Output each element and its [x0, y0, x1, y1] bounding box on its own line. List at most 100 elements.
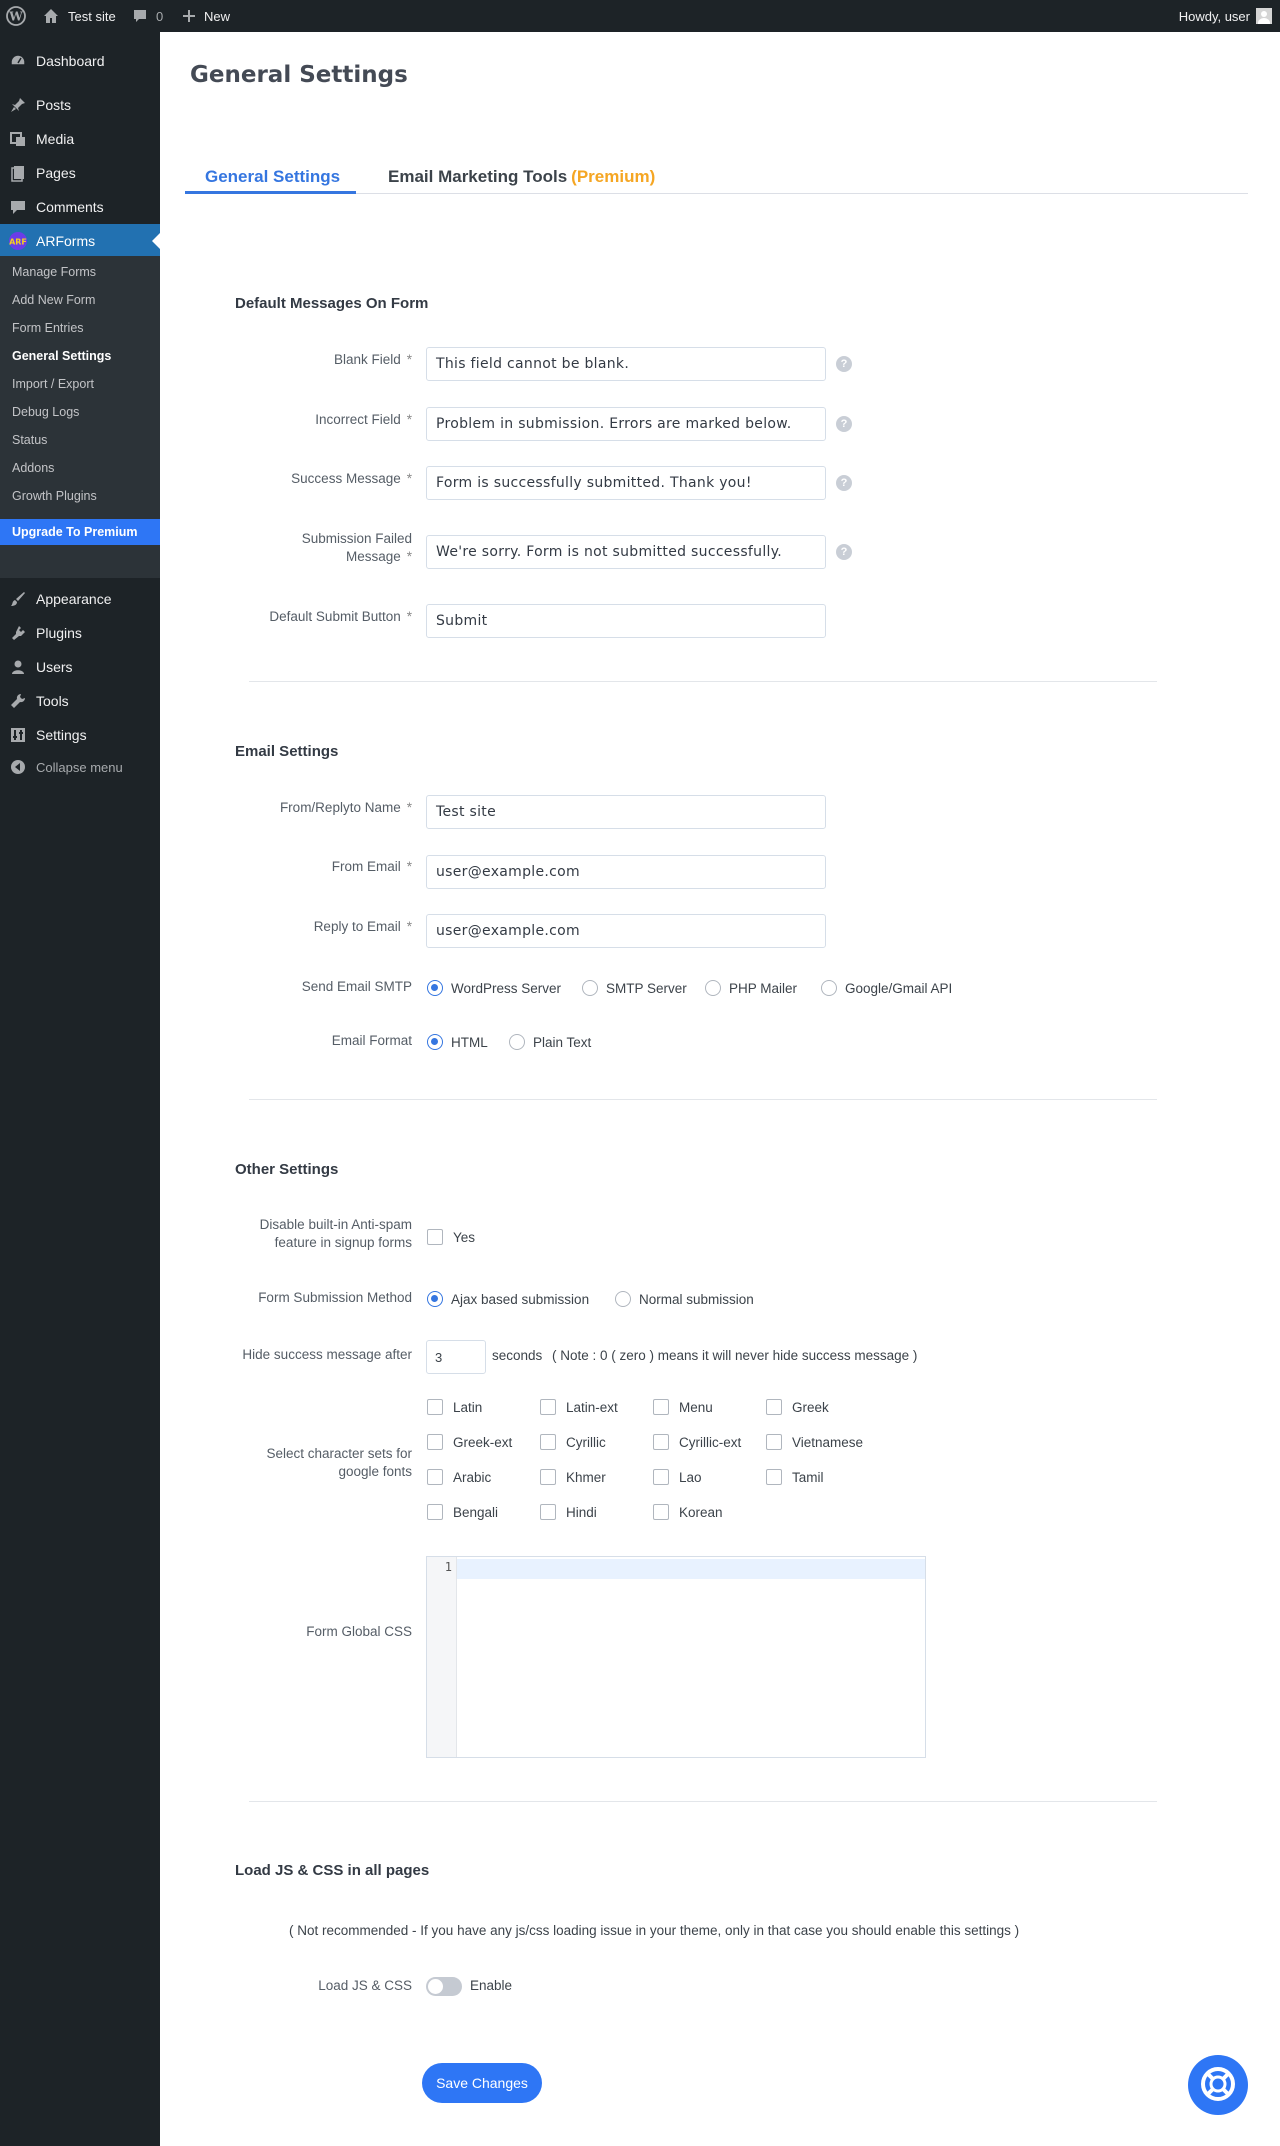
smtp-option-php-mailer[interactable]: PHP Mailer [705, 980, 797, 996]
help-icon[interactable]: ? [836, 475, 852, 491]
submenu-item-debug-logs[interactable]: Debug Logs [12, 402, 79, 422]
sidebar-item-tools[interactable]: Tools [0, 684, 160, 718]
submenu-item-add-new-form[interactable]: Add New Form [12, 290, 95, 310]
charset-checkbox-menu[interactable]: Menu [653, 1399, 713, 1415]
submenu-item-general-settings[interactable]: General Settings [12, 346, 111, 366]
sidebar-item-settings[interactable]: Settings [0, 718, 160, 752]
required-mark: * [406, 609, 412, 624]
tab-label: General Settings [205, 166, 341, 186]
submission-option-normal[interactable]: Normal submission [615, 1291, 754, 1307]
label-text: feature in signup forms [274, 1235, 412, 1250]
comments-link[interactable]: 0 [132, 0, 163, 32]
charset-checkbox-vietnamese[interactable]: Vietnamese [766, 1434, 863, 1450]
wordpress-logo-icon[interactable]: W [6, 0, 26, 32]
submenu-item-addons[interactable]: Addons [12, 458, 54, 478]
sidebar-item-pages[interactable]: Pages [0, 156, 160, 190]
label-text: google fonts [338, 1464, 412, 1479]
option-label: Cyrillic-ext [679, 1434, 742, 1450]
success-message-input[interactable]: Form is successfully submitted. Thank yo… [426, 466, 826, 500]
sidebar-item-appearance[interactable]: Appearance [0, 582, 160, 616]
sidebar-item-posts[interactable]: Posts [0, 88, 160, 122]
option-label: Vietnamese [792, 1434, 864, 1450]
success-message-label: Success Message * [291, 470, 412, 488]
load-js-toggle[interactable] [426, 1977, 462, 1996]
sidebar-item-arforms[interactable]: ARF ARForms [0, 224, 160, 258]
section-divider [249, 1801, 1157, 1802]
global-css-editor[interactable]: 1 [426, 1556, 926, 1758]
format-option-html[interactable]: HTML [427, 1034, 488, 1050]
comment-bubble-icon [132, 8, 148, 24]
save-changes-button[interactable]: Save Changes [422, 2063, 542, 2103]
submit-button-input[interactable]: Submit [426, 604, 826, 638]
new-content-link[interactable]: New [182, 0, 230, 32]
brush-icon [0, 590, 36, 608]
format-option-plain-text[interactable]: Plain Text [509, 1034, 591, 1050]
charset-checkbox-latin[interactable]: Latin [427, 1399, 482, 1415]
charset-checkbox-hindi[interactable]: Hindi [540, 1504, 597, 1520]
radio-selected [427, 1291, 443, 1307]
charset-checkbox-khmer[interactable]: Khmer [540, 1469, 606, 1485]
from-email-input[interactable]: user@example.com [426, 855, 826, 889]
help-icon[interactable]: ? [836, 544, 852, 560]
comments-count: 0 [156, 8, 164, 24]
option-label: Greek [792, 1399, 829, 1415]
option-label: PHP Mailer [729, 980, 798, 996]
radio-unselected [615, 1291, 631, 1307]
antispam-checkbox[interactable]: Yes [427, 1229, 475, 1245]
required-mark: * [406, 919, 412, 934]
collapse-menu-button[interactable]: Collapse menu [0, 750, 160, 784]
option-label: Normal submission [639, 1291, 754, 1307]
charset-checkbox-arabic[interactable]: Arabic [427, 1469, 491, 1485]
submission-method-label: Form Submission Method [258, 1290, 412, 1305]
submenu-item-growth-plugins[interactable]: Growth Plugins [12, 486, 97, 506]
checkbox-box [540, 1469, 556, 1485]
submission-option-ajax[interactable]: Ajax based submission [427, 1291, 589, 1307]
from-email-label: From Email * [332, 858, 412, 876]
section-divider [249, 1099, 1157, 1100]
submenu-item-upgrade-premium[interactable]: Upgrade To Premium [0, 519, 160, 545]
submission-failed-input[interactable]: We're sorry. Form is not submitted succe… [426, 535, 826, 569]
smtp-option-smtp-server[interactable]: SMTP Server [582, 980, 687, 996]
help-lifebuoy-button[interactable] [1188, 2055, 1248, 2115]
submenu-item-form-entries[interactable]: Form Entries [12, 318, 84, 338]
charset-checkbox-korean[interactable]: Korean [653, 1504, 723, 1520]
user-icon [0, 658, 36, 676]
site-name-link[interactable]: Test site [42, 0, 116, 32]
smtp-option-wordpress[interactable]: WordPress Server [427, 980, 561, 996]
charset-checkbox-greek-ext[interactable]: Greek-ext [427, 1434, 512, 1450]
email-format-label: Email Format [331, 1033, 412, 1048]
sidebar-item-plugins[interactable]: Plugins [0, 616, 160, 650]
sidebar-item-media[interactable]: Media [0, 122, 160, 156]
from-name-input[interactable]: Test site [426, 795, 826, 829]
sidebar-item-users[interactable]: Users [0, 650, 160, 684]
charset-checkbox-cyrillic[interactable]: Cyrillic [540, 1434, 606, 1450]
submenu-item-manage-forms[interactable]: Manage Forms [12, 262, 96, 282]
help-icon[interactable]: ? [836, 356, 852, 372]
option-label: WordPress Server [451, 980, 562, 996]
incorrect-field-input[interactable]: Problem in submission. Errors are marked… [426, 407, 826, 441]
comment-icon [0, 198, 36, 216]
hide-success-seconds-input[interactable]: 3 [426, 1340, 486, 1374]
checkbox-box [766, 1469, 782, 1485]
antispam-label: Disable built-in Anti-spam feature in sig… [260, 1216, 412, 1252]
tab-email-marketing-tools[interactable]: Email Marketing Tools (Premium) [388, 160, 655, 193]
sidebar-item-label: Media [36, 131, 75, 147]
sidebar-item-comments[interactable]: Comments [0, 190, 160, 224]
sidebar-item-dashboard[interactable]: Dashboard [0, 44, 160, 78]
charset-checkbox-bengali[interactable]: Bengali [427, 1504, 498, 1520]
reply-email-input[interactable]: user@example.com [426, 914, 826, 948]
tab-general-settings[interactable]: General Settings [205, 160, 340, 193]
help-icon[interactable]: ? [836, 416, 852, 432]
media-icon [0, 130, 36, 148]
blank-field-input[interactable]: This field cannot be blank. [426, 347, 826, 381]
option-label: Korean [679, 1504, 723, 1520]
charset-checkbox-lao[interactable]: Lao [653, 1469, 702, 1485]
smtp-option-gmail-api[interactable]: Google/Gmail API [821, 980, 952, 996]
charset-checkbox-greek[interactable]: Greek [766, 1399, 829, 1415]
charset-checkbox-tamil[interactable]: Tamil [766, 1469, 824, 1485]
account-menu[interactable]: Howdy, user [1179, 0, 1272, 32]
charset-checkbox-cyrillic-ext[interactable]: Cyrillic-ext [653, 1434, 741, 1450]
charset-checkbox-latin-ext[interactable]: Latin-ext [540, 1399, 618, 1415]
submenu-item-status[interactable]: Status [12, 430, 47, 450]
submenu-item-import-export[interactable]: Import / Export [12, 374, 94, 394]
